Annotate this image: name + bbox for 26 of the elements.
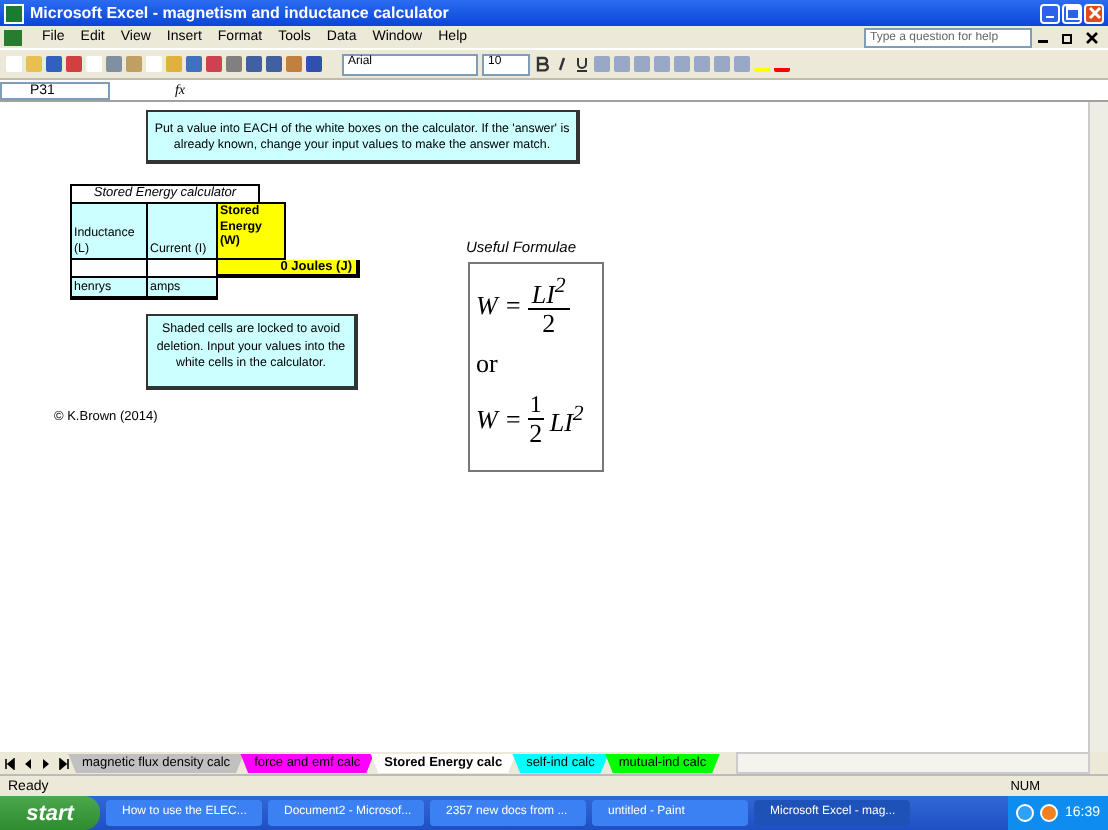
numerator: LI$^{2}$ [527, 272, 570, 311]
maximize-button[interactable] [1062, 3, 1082, 23]
vertical-scrollbar[interactable] [1088, 102, 1108, 752]
excel-logo-icon [4, 3, 24, 23]
bold-icon[interactable] [534, 56, 550, 72]
italic-icon[interactable] [554, 56, 570, 72]
previous-tab-icon[interactable] [21, 757, 33, 769]
last-tab-icon[interactable] [57, 757, 69, 769]
formula-word: or [476, 348, 500, 381]
close-icon[interactable] [1080, 31, 1104, 43]
denominator: 2 [542, 310, 556, 339]
underline-icon[interactable] [574, 56, 590, 72]
minimize-button[interactable] [1040, 3, 1060, 23]
window-title: Microsoft Excel - magnetism and inductance calculator [30, 4, 451, 22]
numerator: 1 [527, 390, 544, 421]
formula-term: LI$^{2}$ [549, 401, 584, 438]
start-button[interactable]: start [0, 796, 100, 830]
workbook-icon[interactable] [4, 29, 22, 45]
formula-lhs: W = [476, 289, 522, 322]
formula-lhs: W = [476, 403, 522, 436]
first-tab-icon[interactable] [3, 757, 15, 769]
horizontal-scrollbar[interactable] [736, 752, 1090, 774]
inductance-input-cell[interactable] [70, 260, 148, 278]
denominator: 2 [529, 420, 543, 449]
next-tab-icon[interactable] [39, 757, 51, 769]
close-button[interactable] [1084, 3, 1104, 23]
